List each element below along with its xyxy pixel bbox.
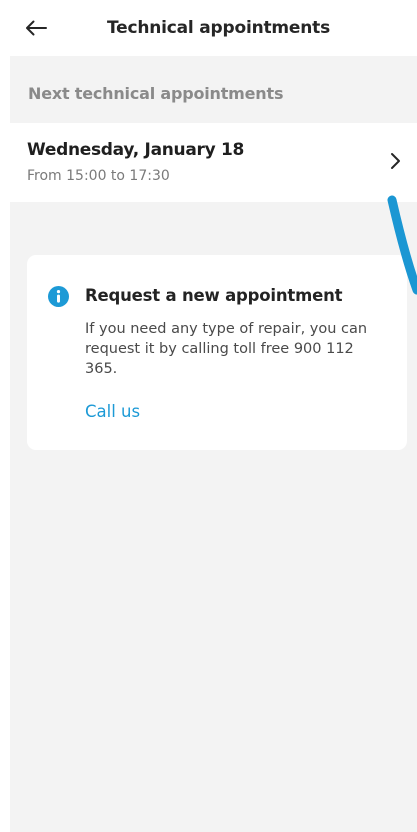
arrow-left-icon <box>26 20 47 36</box>
chevron-right-icon[interactable] <box>385 150 405 172</box>
appointment-item[interactable]: Wednesday, January 18 From 15:00 to 17:3… <box>10 123 417 202</box>
page-title: Technical appointments <box>107 18 331 38</box>
section-heading: Next technical appointments <box>28 84 284 103</box>
info-card: Request a new appointment If you need an… <box>27 255 407 450</box>
card-description: If you need any type of repair, you can … <box>85 321 368 377</box>
top-bar: Technical appointments <box>10 0 417 56</box>
appointment-date: Wednesday, January 18 <box>27 140 245 160</box>
call-us-link[interactable]: Call us <box>85 402 140 421</box>
app-screen: Technical appointments Next technical ap… <box>10 0 417 832</box>
info-icon <box>48 286 69 307</box>
appointment-time: From 15:00 to 17:30 <box>27 168 170 184</box>
back-button[interactable] <box>22 14 50 42</box>
card-title: Request a new appointment <box>85 286 343 305</box>
